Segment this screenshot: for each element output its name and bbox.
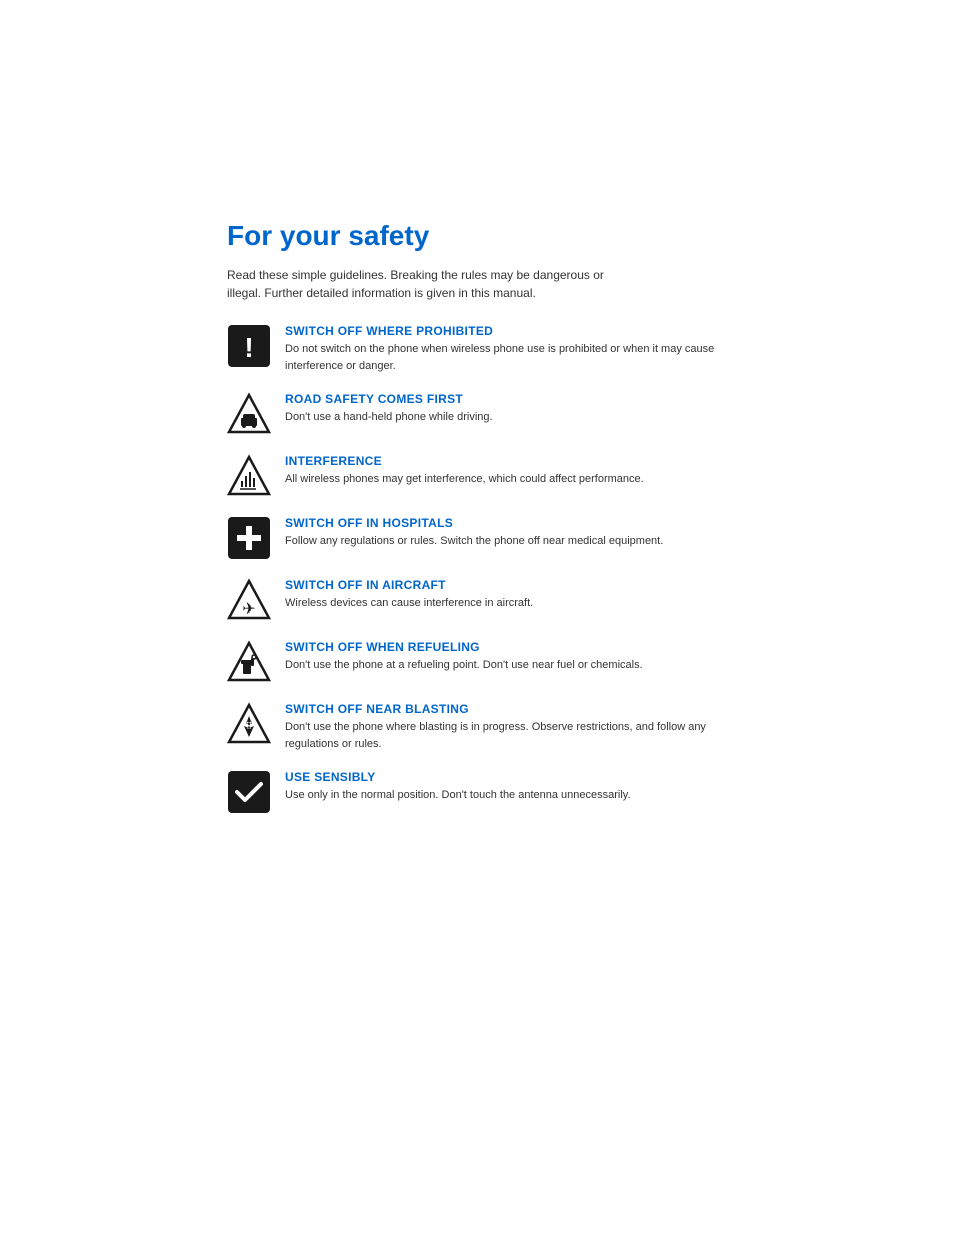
item-text-switch-off-refueling: SWITCH OFF WHEN REFUELING Don't use the … [285, 640, 727, 674]
safety-item-road-safety: ROAD SAFETY COMES FIRST Don't use a hand… [227, 392, 727, 436]
item-title-switch-off-prohibited: SWITCH OFF WHERE PROHIBITED [285, 324, 727, 338]
cross-square-icon [227, 516, 271, 560]
plane-triangle-icon: ✈ [227, 578, 271, 622]
fuel-triangle-icon [227, 640, 271, 684]
item-text-switch-off-aircraft: SWITCH OFF IN AIRCRAFT Wireless devices … [285, 578, 727, 612]
intro-text: Read these simple guidelines. Breaking t… [227, 266, 627, 302]
item-desc-interference: All wireless phones may get interference… [285, 471, 727, 488]
item-desc-switch-off-blasting: Don't use the phone where blasting is in… [285, 719, 727, 752]
item-title-use-sensibly: USE SENSIBLY [285, 770, 727, 784]
svg-text:!: ! [244, 332, 253, 363]
page-content: For your safety Read these simple guidel… [227, 220, 727, 1235]
car-triangle-icon [227, 392, 271, 436]
checkmark-square-icon [227, 770, 271, 814]
item-desc-switch-off-hospitals: Follow any regulations or rules. Switch … [285, 533, 727, 550]
svg-text:✈: ✈ [242, 601, 255, 618]
item-title-switch-off-aircraft: SWITCH OFF IN AIRCRAFT [285, 578, 727, 592]
safety-item-use-sensibly: USE SENSIBLY Use only in the normal posi… [227, 770, 727, 814]
item-text-use-sensibly: USE SENSIBLY Use only in the normal posi… [285, 770, 727, 804]
safety-item-switch-off-prohibited: ! SWITCH OFF WHERE PROHIBITED Do not swi… [227, 324, 727, 374]
safety-item-switch-off-blasting: SWITCH OFF NEAR BLASTING Don't use the p… [227, 702, 727, 752]
item-text-switch-off-hospitals: SWITCH OFF IN HOSPITALS Follow any regul… [285, 516, 727, 550]
signal-triangle-icon [227, 454, 271, 498]
safety-item-interference: INTERFERENCE All wireless phones may get… [227, 454, 727, 498]
item-desc-switch-off-refueling: Don't use the phone at a refueling point… [285, 657, 727, 674]
item-desc-switch-off-aircraft: Wireless devices can cause interference … [285, 595, 727, 612]
item-desc-switch-off-prohibited: Do not switch on the phone when wireless… [285, 341, 727, 374]
exclamation-square-icon: ! [227, 324, 271, 368]
item-title-interference: INTERFERENCE [285, 454, 727, 468]
item-text-switch-off-prohibited: SWITCH OFF WHERE PROHIBITED Do not switc… [285, 324, 727, 374]
page-title: For your safety [227, 220, 727, 252]
safety-items-container: ! SWITCH OFF WHERE PROHIBITED Do not swi… [227, 324, 727, 814]
item-text-switch-off-blasting: SWITCH OFF NEAR BLASTING Don't use the p… [285, 702, 727, 752]
safety-item-switch-off-hospitals: SWITCH OFF IN HOSPITALS Follow any regul… [227, 516, 727, 560]
safety-item-switch-off-aircraft: ✈ SWITCH OFF IN AIRCRAFT Wireless device… [227, 578, 727, 622]
item-desc-use-sensibly: Use only in the normal position. Don't t… [285, 787, 727, 804]
item-title-road-safety: ROAD SAFETY COMES FIRST [285, 392, 727, 406]
item-title-switch-off-refueling: SWITCH OFF WHEN REFUELING [285, 640, 727, 654]
item-title-switch-off-hospitals: SWITCH OFF IN HOSPITALS [285, 516, 727, 530]
item-text-road-safety: ROAD SAFETY COMES FIRST Don't use a hand… [285, 392, 727, 426]
item-desc-road-safety: Don't use a hand-held phone while drivin… [285, 409, 727, 426]
blast-triangle-icon [227, 702, 271, 746]
safety-item-switch-off-refueling: SWITCH OFF WHEN REFUELING Don't use the … [227, 640, 727, 684]
item-title-switch-off-blasting: SWITCH OFF NEAR BLASTING [285, 702, 727, 716]
item-text-interference: INTERFERENCE All wireless phones may get… [285, 454, 727, 488]
